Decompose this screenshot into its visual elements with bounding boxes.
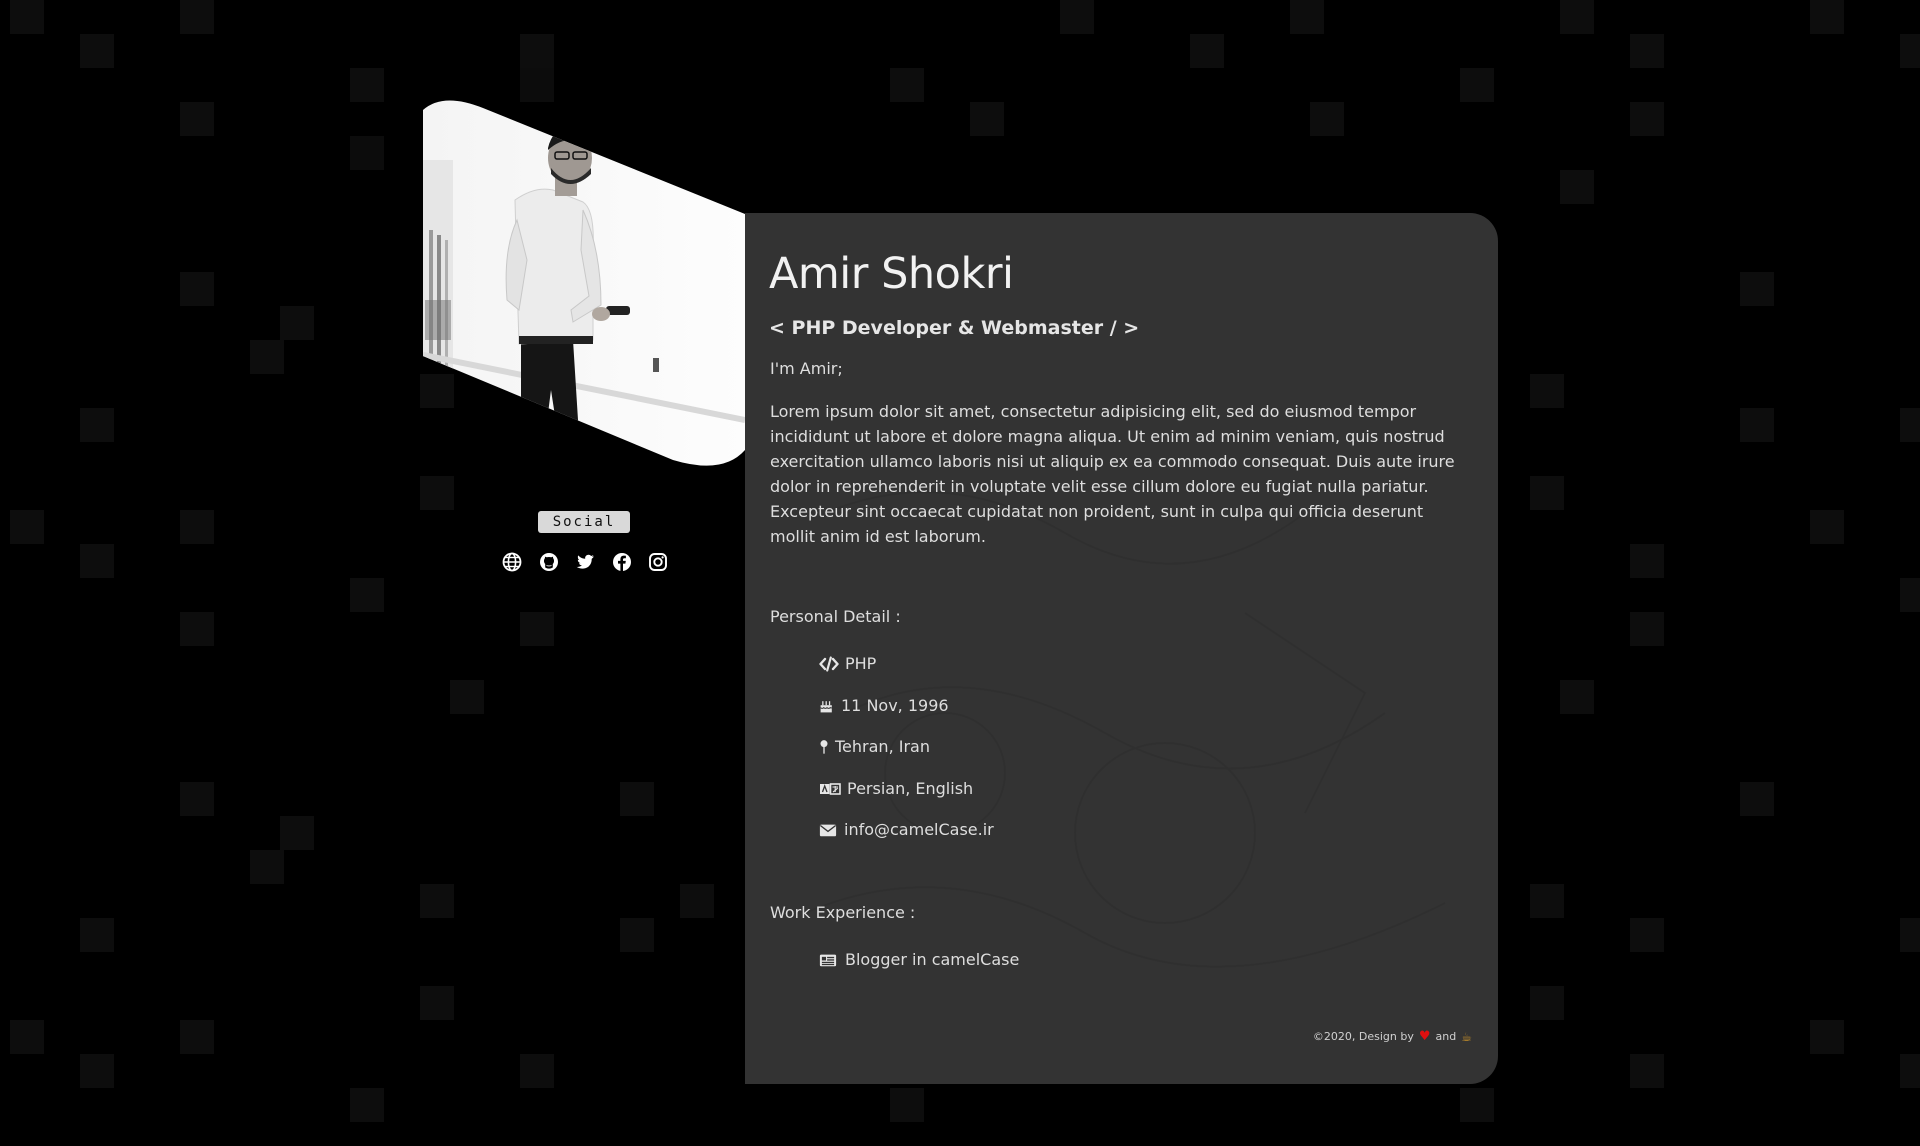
- list-item: info@camelCase.ir: [819, 820, 994, 862]
- list-item: 11 Nov, 1996: [819, 696, 994, 738]
- envelope-icon: [819, 824, 837, 837]
- profile-card: Amir Shokri < PHP Developer & Webmaster …: [745, 213, 1498, 1084]
- greeting: I'm Amir;: [770, 359, 843, 378]
- language-icon: [820, 782, 841, 795]
- footer-and: and: [1435, 1030, 1457, 1043]
- social-icons: [502, 550, 668, 574]
- heart-icon: ♥: [1418, 1029, 1431, 1044]
- detail-language: PHP: [845, 654, 877, 673]
- map-pin-icon: [820, 740, 828, 754]
- code-icon: [819, 656, 839, 672]
- coffee-icon: ☕: [1461, 1029, 1472, 1044]
- personal-detail-title: Personal Detail :: [770, 607, 901, 626]
- instagram-icon[interactable]: [648, 552, 668, 572]
- work-item-text: Blogger in camelCase: [845, 950, 1020, 969]
- page: Social Amir Shokri < PHP Developer & Web…: [0, 0, 1920, 1146]
- github-icon[interactable]: [539, 552, 559, 572]
- facebook-icon[interactable]: [612, 552, 632, 572]
- detail-languages: Persian, English: [847, 778, 974, 798]
- personal-detail-list: PHP 11 Nov, 1996 Tehran, Iran Persian, E…: [819, 654, 994, 862]
- footer-text: ©2020, Design by: [1312, 1030, 1414, 1043]
- globe-icon[interactable]: [502, 552, 522, 572]
- work-experience-list: Blogger in camelCase: [819, 950, 1019, 992]
- profile-role: < PHP Developer & Webmaster / >: [769, 317, 1140, 339]
- detail-email: info@camelCase.ir: [844, 820, 994, 839]
- list-item: Persian, English: [819, 779, 994, 821]
- newspaper-icon: [819, 954, 837, 967]
- birthday-cake-icon: [820, 700, 833, 712]
- profile-name: Amir Shokri: [769, 249, 1014, 299]
- profile-photo: [423, 100, 745, 468]
- list-item: Tehran, Iran: [819, 737, 994, 779]
- detail-location: Tehran, Iran: [835, 737, 930, 756]
- work-experience-title: Work Experience :: [770, 903, 916, 922]
- bio-text: Lorem ipsum dolor sit amet, consectetur …: [770, 402, 1455, 546]
- footer: ©2020, Design by ♥ and ☕: [1313, 1029, 1472, 1044]
- detail-birthday: 11 Nov, 1996: [841, 695, 949, 715]
- list-item: PHP: [819, 654, 994, 696]
- twitter-icon[interactable]: [575, 552, 595, 572]
- social-label: Social: [538, 511, 630, 533]
- list-item: Blogger in camelCase: [819, 950, 1019, 992]
